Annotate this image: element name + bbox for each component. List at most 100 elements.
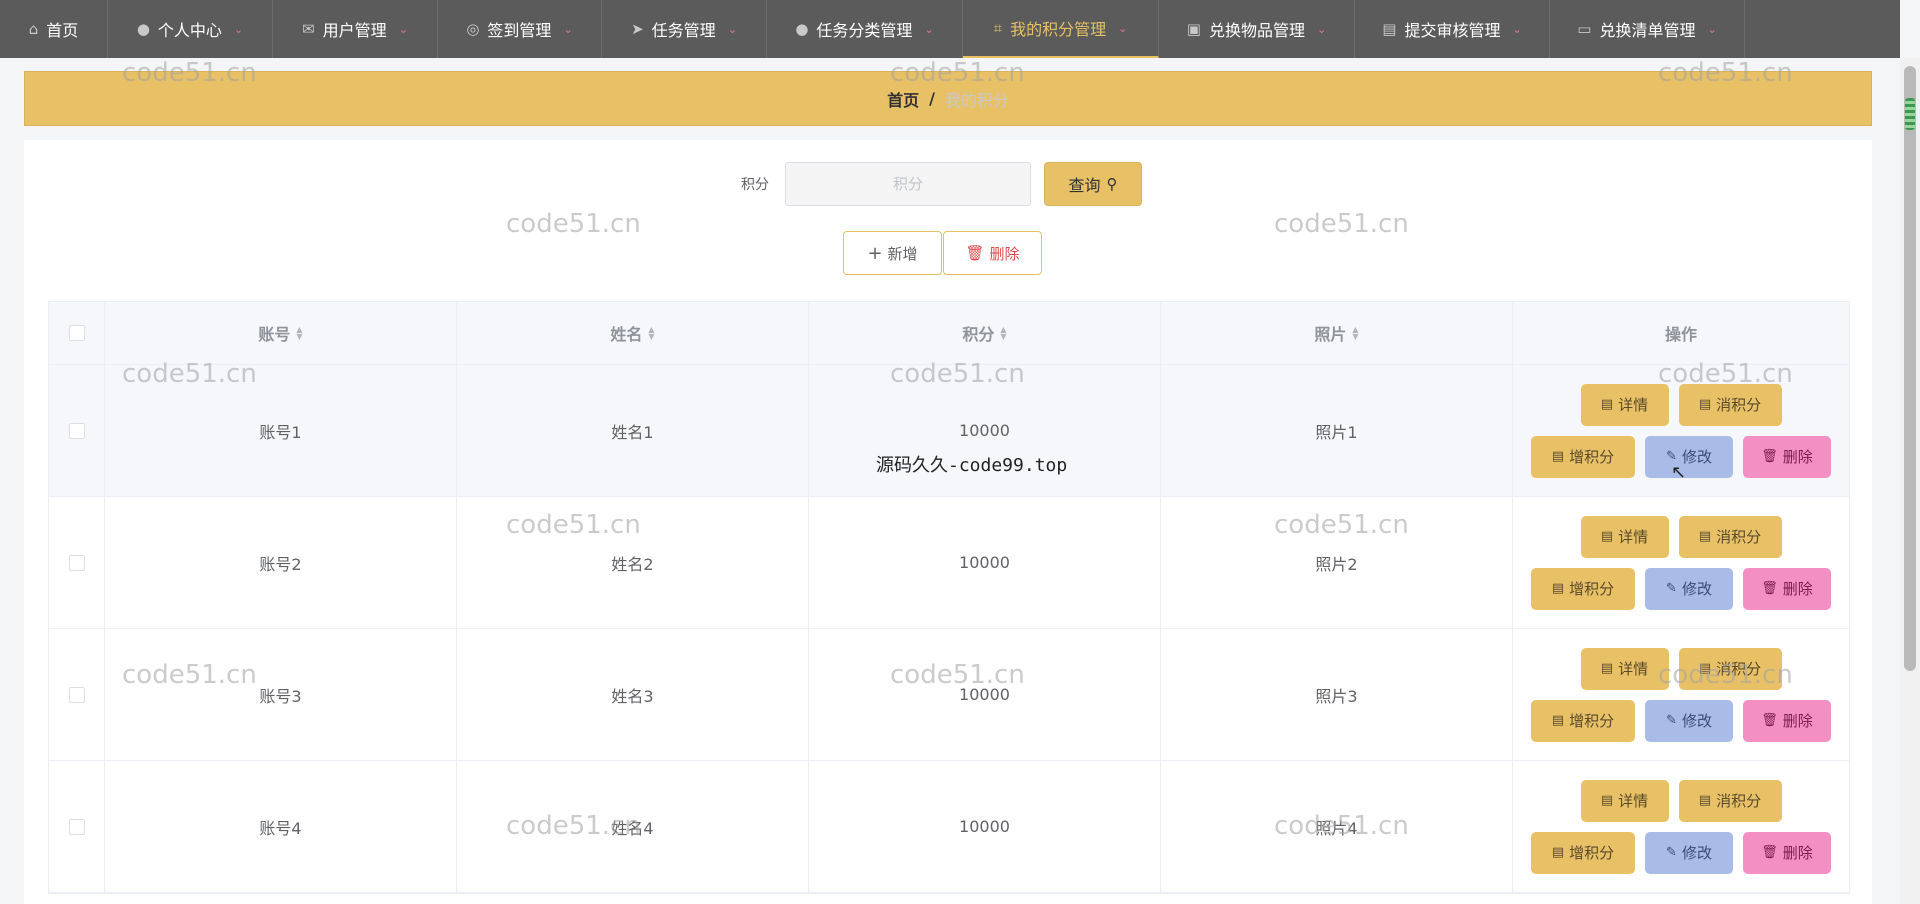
- cell-photo: 照片4: [1161, 761, 1513, 892]
- chevron-down-icon: ⌄: [1512, 22, 1522, 36]
- overlay-watermark-text: 源码久久-code99.top: [876, 455, 1068, 476]
- edit-icon: ✎: [1666, 845, 1677, 860]
- table-row[interactable]: 账号2 姓名2 10000 照片2 ▤ 详情 ▤ 消积分 ▤ 增积分 ✎ 修改 🗑 删除: [49, 497, 1849, 629]
- select-all-checkbox[interactable]: [68, 325, 85, 341]
- row-checkbox[interactable]: [68, 422, 85, 439]
- column-header-name[interactable]: 姓名 ▲ ▼: [457, 302, 809, 364]
- search-label: 积分: [741, 177, 769, 193]
- nav-item-task-categories[interactable]: ● 任务分类管理 ⌄: [767, 0, 963, 58]
- cell-points: 10000: [809, 629, 1161, 760]
- row-checkbox[interactable]: [68, 818, 85, 835]
- user-icon: ●: [136, 20, 150, 38]
- sort-icon[interactable]: ▲ ▼: [1000, 326, 1006, 341]
- search-icon: ⚲: [1106, 175, 1118, 193]
- batch-delete-button[interactable]: 🗑 删除: [943, 231, 1042, 275]
- table-header: 账号 ▲ ▼ 姓名 ▲ ▼ 积分 ▲ ▼ 照片 ▲ ▼ 操作: [49, 302, 1849, 365]
- cell-actions: ▤ 详情 ▤ 消积分 ▤ 增积分 ✎ 修改 🗑 删除: [1513, 497, 1849, 628]
- table-row[interactable]: 账号1 姓名1 10000 照片1 ▤ 详情 ▤ 消积分 ▤ 增积分 ✎ 修改 🗑 删除: [49, 365, 1849, 497]
- sort-icon[interactable]: ▲ ▼: [296, 326, 302, 341]
- add-points-button[interactable]: ▤ 增积分: [1531, 567, 1635, 610]
- document-icon: ▤: [1600, 397, 1614, 412]
- home-icon: ⌂: [28, 20, 39, 38]
- column-header-points[interactable]: 积分 ▲ ▼: [809, 302, 1161, 364]
- cell-account: 账号2: [105, 497, 457, 628]
- cell-name: 姓名3: [457, 629, 809, 760]
- scrollbar-thumb[interactable]: [1904, 66, 1916, 671]
- delete-button[interactable]: 🗑 删除: [1743, 699, 1831, 742]
- table-row[interactable]: 账号4 姓名4 10000 照片4 ▤ 详情 ▤ 消积分 ▤ 增积分 ✎ 修改 🗑 删除: [49, 761, 1849, 893]
- delete-button[interactable]: 🗑 删除: [1743, 435, 1831, 478]
- chevron-down-icon: ⌄: [727, 22, 737, 36]
- sort-icon[interactable]: ▲ ▼: [1352, 326, 1358, 341]
- edit-button[interactable]: ✎ 修改: [1645, 699, 1733, 742]
- add-points-button[interactable]: ▤ 增积分: [1531, 831, 1635, 874]
- detail-button[interactable]: ▤ 详情: [1580, 647, 1669, 690]
- delete-button[interactable]: 🗑 删除: [1743, 831, 1831, 874]
- mouse-cursor-icon: ↖: [1671, 462, 1687, 483]
- vertical-scrollbar[interactable]: [1900, 58, 1920, 904]
- chevron-down-icon: ⌄: [398, 22, 408, 36]
- mail-icon: ✉: [302, 20, 315, 38]
- add-points-button[interactable]: ▤ 增积分: [1531, 699, 1635, 742]
- row-checkbox[interactable]: [68, 686, 85, 703]
- consume-points-button[interactable]: ▤ 消积分: [1678, 383, 1782, 426]
- document-icon: ▤: [1600, 661, 1614, 676]
- trash-icon: 🗑: [1761, 713, 1778, 728]
- points-search-input[interactable]: [785, 162, 1031, 206]
- document-icon: ▤: [1551, 581, 1565, 596]
- edit-button[interactable]: ✎ 修改: [1645, 435, 1733, 478]
- edit-button[interactable]: ✎ 修改: [1645, 567, 1733, 610]
- nav-item-users[interactable]: ✉ 用户管理 ⌄: [273, 0, 438, 58]
- edit-button[interactable]: ✎ 修改: [1645, 831, 1733, 874]
- breadcrumb: 首页 / 我的积分: [24, 71, 1872, 126]
- chevron-down-icon: ⌄: [233, 22, 244, 36]
- cell-points: 10000: [809, 497, 1161, 628]
- column-header-actions: 操作: [1664, 325, 1697, 344]
- nav-item-my-points[interactable]: ⌗ 我的积分管理 ⌄: [963, 0, 1159, 58]
- consume-points-button[interactable]: ▤ 消积分: [1678, 779, 1782, 822]
- select-all-cell: [49, 302, 105, 364]
- consume-points-button[interactable]: ▤ 消积分: [1678, 515, 1782, 558]
- document-icon: ▤: [1600, 529, 1614, 544]
- column-header-photo[interactable]: 照片 ▲ ▼: [1161, 302, 1513, 364]
- row-checkbox[interactable]: [68, 554, 85, 571]
- document-icon: ▤: [1698, 793, 1712, 808]
- document-icon: ▤: [1698, 661, 1712, 676]
- breadcrumb-home[interactable]: 首页: [887, 87, 919, 111]
- query-button[interactable]: 查询 ⚲: [1044, 162, 1142, 206]
- detail-button[interactable]: ▤ 详情: [1580, 383, 1669, 426]
- nav-item-tasks[interactable]: ➤ 任务管理 ⌄: [602, 0, 767, 58]
- breadcrumb-separator: /: [929, 89, 935, 108]
- add-button[interactable]: + 新增: [843, 231, 942, 275]
- crop-icon: ⌗: [993, 19, 1003, 37]
- document-icon: ▤: [1600, 793, 1614, 808]
- nav-item-home[interactable]: ⌂ 首页: [0, 0, 108, 58]
- nav-item-submission-review[interactable]: ▤ 提交审核管理 ⌄: [1355, 0, 1550, 58]
- table-row[interactable]: 账号3 姓名3 10000 照片3 ▤ 详情 ▤ 消积分 ▤ 增积分 ✎ 修改 🗑 删除: [49, 629, 1849, 761]
- nav-item-exchange-list[interactable]: ▭ 兑换清单管理 ⌄: [1550, 0, 1745, 58]
- monitor-icon: ▭: [1577, 20, 1592, 38]
- detail-button[interactable]: ▤ 详情: [1580, 779, 1669, 822]
- document-icon: ▤: [1698, 529, 1712, 544]
- top-nav: ⌂ 首页 ● 个人中心 ⌄ ✉ 用户管理 ⌄ ◎ 签到管理 ⌄ ➤ 任务管理 ⌄ ● 任务分类管理 ⌄…: [0, 0, 1900, 58]
- add-points-button[interactable]: ▤ 增积分: [1531, 435, 1635, 478]
- cell-account: 账号3: [105, 629, 457, 760]
- sort-icon[interactable]: ▲ ▼: [648, 326, 654, 341]
- cell-name: 姓名1: [457, 365, 809, 496]
- nav-item-checkin[interactable]: ◎ 签到管理 ⌄: [438, 0, 602, 58]
- detail-button[interactable]: ▤ 详情: [1580, 515, 1669, 558]
- chevron-down-icon: ⌄: [1118, 21, 1128, 35]
- trash-icon: 🗑: [1761, 845, 1778, 860]
- cell-account: 账号1: [105, 365, 457, 496]
- consume-points-button[interactable]: ▤ 消积分: [1678, 647, 1782, 690]
- cell-photo: 照片2: [1161, 497, 1513, 628]
- trash-icon: 🗑: [1761, 449, 1778, 464]
- delete-button[interactable]: 🗑 删除: [1743, 567, 1831, 610]
- chevron-down-icon: ⌄: [1316, 22, 1327, 36]
- column-header-account[interactable]: 账号 ▲ ▼: [105, 302, 457, 364]
- document-icon: ▤: [1551, 713, 1565, 728]
- nav-item-exchange-items[interactable]: ▣ 兑换物品管理 ⌄: [1159, 0, 1355, 58]
- nav-item-profile[interactable]: ● 个人中心 ⌄: [108, 0, 273, 58]
- edit-icon: ✎: [1666, 581, 1677, 596]
- plus-icon: +: [867, 242, 883, 264]
